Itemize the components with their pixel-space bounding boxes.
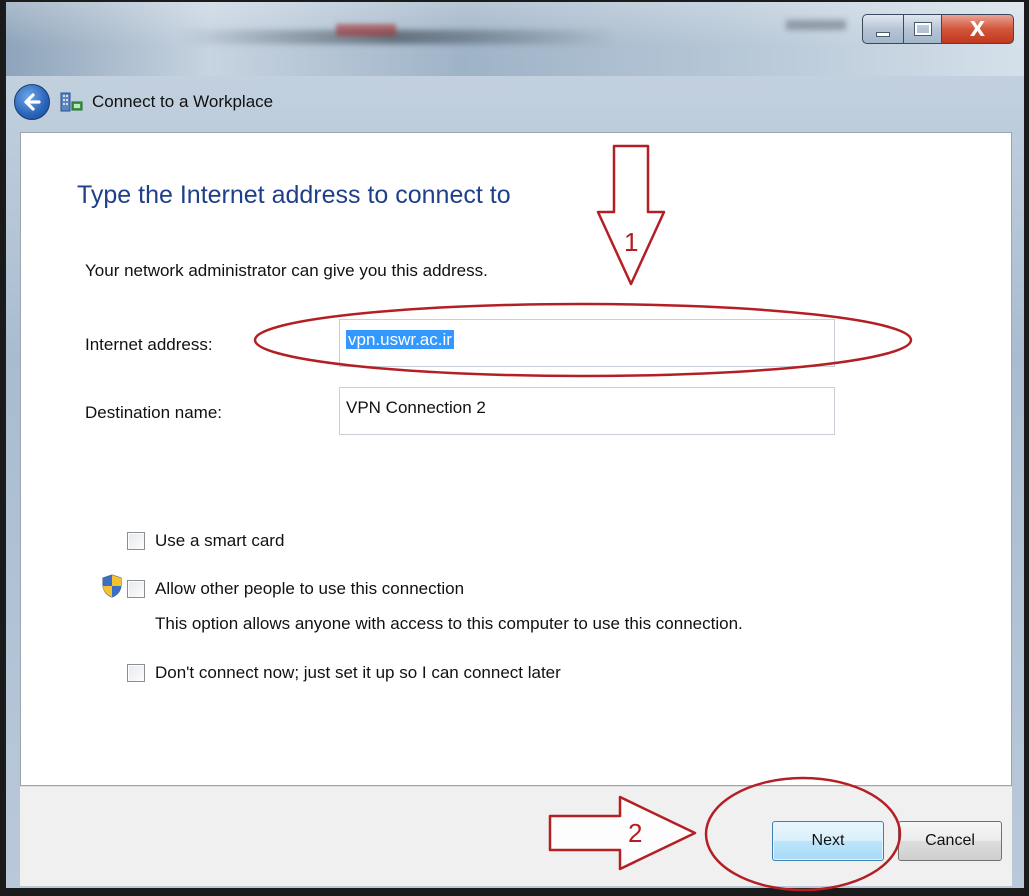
maximize-button[interactable] [904, 14, 942, 44]
titlebar-background-blur [786, 20, 846, 30]
wizard-footer: Next Cancel [20, 786, 1012, 886]
connect-later-label: Don't connect now; just set it up so I c… [155, 663, 561, 682]
uac-shield-icon [102, 574, 122, 598]
allow-others-label: Allow other people to use this connectio… [155, 579, 465, 598]
smart-card-label: Use a smart card [155, 531, 285, 550]
back-arrow-icon [24, 93, 41, 111]
next-button[interactable]: Next [772, 821, 884, 861]
window-controls: X [862, 14, 1014, 44]
destination-name-input[interactable]: VPN Connection 2 [339, 387, 835, 435]
window-title: Connect to a Workplace [92, 92, 274, 111]
back-button[interactable] [14, 84, 50, 120]
minimize-button[interactable] [862, 14, 904, 44]
connect-later-checkbox[interactable] [127, 664, 145, 682]
connect-later-option[interactable]: Don't connect now; just set it up so I c… [127, 663, 561, 683]
close-icon: X [969, 17, 986, 41]
titlebar-background-blur [176, 30, 616, 44]
dialog-window: X Connect to a Workplace Type the Intern… [4, 0, 1026, 890]
smart-card-checkbox[interactable] [127, 532, 145, 550]
allow-others-description: This option allows anyone with access to… [155, 614, 743, 633]
internet-address-input[interactable]: vpn.uswr.ac.ir [339, 319, 835, 367]
allow-others-option[interactable]: Allow other people to use this connectio… [127, 579, 464, 599]
internet-address-label: Internet address: [85, 335, 213, 354]
title-bar[interactable]: X [6, 2, 1024, 76]
titlebar-background-blur [336, 24, 396, 36]
internet-address-value: vpn.uswr.ac.ir [346, 330, 454, 349]
page-heading: Type the Internet address to connect to [77, 181, 511, 209]
navigation-row: Connect to a Workplace [14, 82, 273, 122]
instruction-text: Your network administrator can give you … [85, 261, 488, 280]
cancel-button[interactable]: Cancel [898, 821, 1002, 861]
minimize-icon [876, 31, 890, 37]
smart-card-option[interactable]: Use a smart card [127, 531, 284, 551]
close-button[interactable]: X [942, 14, 1014, 44]
wizard-content: Type the Internet address to connect to … [20, 132, 1012, 786]
destination-name-value: VPN Connection 2 [346, 398, 486, 417]
network-connection-icon [60, 90, 84, 114]
maximize-icon [913, 22, 932, 36]
allow-others-checkbox[interactable] [127, 580, 145, 598]
destination-name-label: Destination name: [85, 403, 223, 422]
